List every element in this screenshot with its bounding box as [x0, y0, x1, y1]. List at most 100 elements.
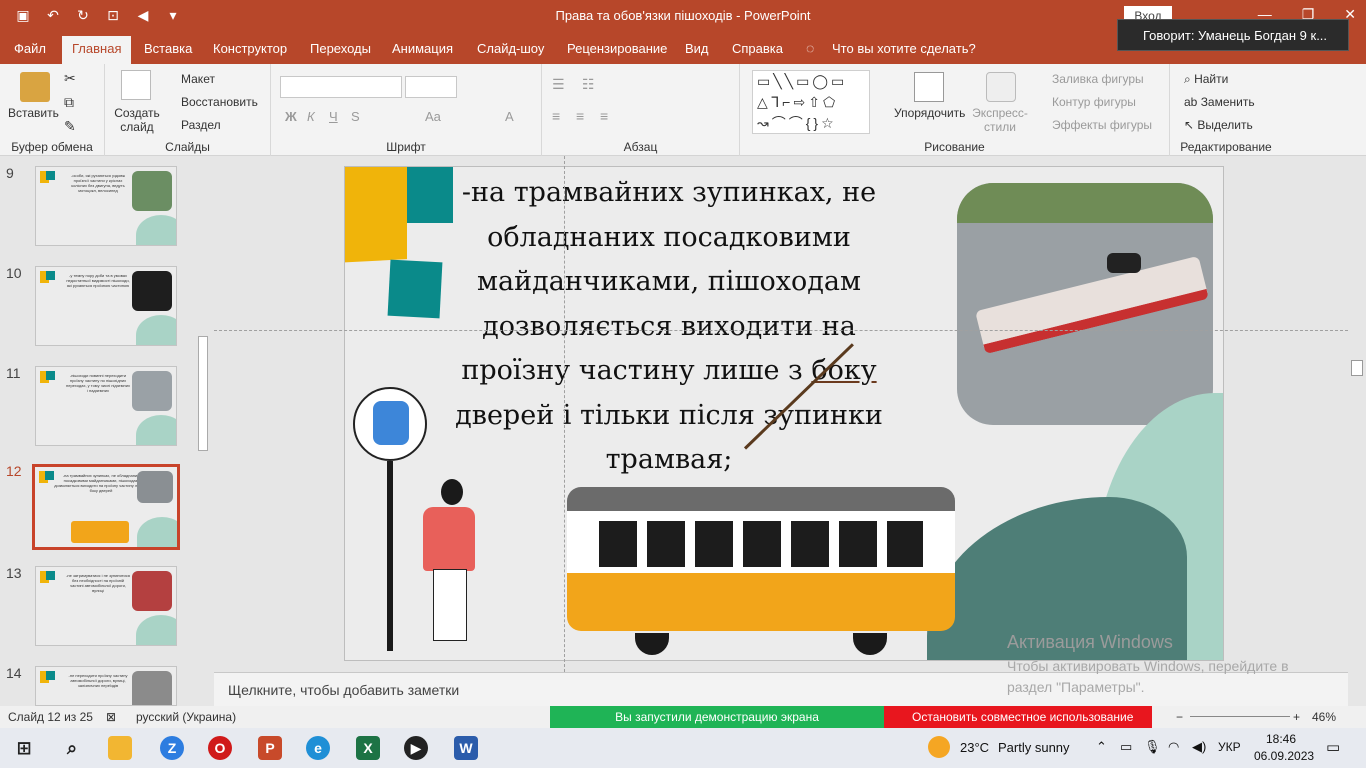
- tab-animations[interactable]: Анимация: [392, 41, 453, 56]
- word-icon[interactable]: W: [454, 736, 478, 760]
- language-indicator[interactable]: русский (Украина): [136, 710, 236, 724]
- photo-tram: [975, 255, 1209, 355]
- new-slide-icon[interactable]: [121, 70, 151, 100]
- edge-icon[interactable]: e: [306, 736, 330, 760]
- spellcheck-icon[interactable]: ⊠: [106, 710, 116, 724]
- cut-icon[interactable]: ✂: [64, 70, 76, 87]
- new-slide-button[interactable]: Создать слайд: [113, 106, 161, 134]
- paragraph-label: Абзац: [623, 140, 658, 154]
- slide-thumbnail-10[interactable]: -у темну пору доби та в умовах недостатн…: [35, 266, 177, 346]
- zoom-app-icon[interactable]: Z: [160, 736, 184, 760]
- guide-horizontal[interactable]: [214, 330, 1348, 331]
- underline-button[interactable]: Ч: [329, 109, 338, 124]
- tab-help[interactable]: Справка: [732, 41, 783, 56]
- zoom-level[interactable]: 46%: [1312, 710, 1336, 724]
- microphone-icon[interactable]: 🎙: [1144, 739, 1161, 755]
- slide-thumbnail-14[interactable]: -не переходити проїзну частину автомобіл…: [35, 666, 177, 706]
- bold-button[interactable]: Ж: [285, 109, 297, 124]
- align-left-icon[interactable]: ≡: [552, 108, 560, 124]
- tab-design[interactable]: Конструктор: [213, 41, 287, 56]
- quick-styles-button[interactable]: Экспресс-стили: [970, 106, 1030, 134]
- slide-thumbnail-11[interactable]: -пішоходи повинні переходити проїзну час…: [35, 366, 177, 446]
- paragraph-group: ☰ ☷ ≡ ≡ ≡ Абзац: [542, 64, 740, 156]
- slide-thumbnail-12[interactable]: -на трамвайних зупинках, не обладнаних п…: [32, 464, 180, 550]
- font-size-select[interactable]: [405, 76, 457, 98]
- thumb-decor: [46, 671, 55, 680]
- media-player-icon[interactable]: ▶: [404, 736, 428, 760]
- slide-text-box[interactable]: -на трамвайних зупинках, не обладнаних п…: [439, 171, 899, 483]
- search-icon[interactable]: ⌕: [60, 736, 84, 760]
- layout-button[interactable]: Макет: [181, 72, 215, 86]
- notifications-icon[interactable]: ▭: [1326, 738, 1340, 756]
- scroll-thumb[interactable]: [1351, 360, 1363, 376]
- weather-icon[interactable]: [928, 736, 950, 758]
- slide-thumbnail-13[interactable]: -не затримуватися і не зупинятися без не…: [35, 566, 177, 646]
- weather-text[interactable]: Partly sunny: [998, 740, 1070, 755]
- thumb-text: -пішоходи повинні переходити проїзну час…: [66, 373, 130, 393]
- font-name-select[interactable]: [280, 76, 402, 98]
- excel-icon[interactable]: X: [356, 736, 380, 760]
- zoom-out-icon[interactable]: −: [1176, 710, 1183, 724]
- tab-review[interactable]: Рецензирование: [567, 41, 667, 56]
- align-right-icon[interactable]: ≡: [600, 108, 608, 124]
- thumb-number: 9: [6, 165, 14, 181]
- slide-scrollbar[interactable]: [1348, 156, 1366, 706]
- volume-tray-icon[interactable]: ◀): [1192, 739, 1206, 755]
- file-explorer-icon[interactable]: [108, 736, 132, 760]
- paste-icon[interactable]: [20, 72, 50, 102]
- guide-vertical[interactable]: [564, 156, 565, 672]
- shape-effects-button[interactable]: Эффекты фигуры: [1052, 118, 1152, 132]
- find-button[interactable]: ⌕ Найти: [1184, 72, 1228, 87]
- quick-styles-icon[interactable]: [986, 72, 1016, 102]
- scroll-thumb[interactable]: [198, 336, 208, 451]
- arrange-icon[interactable]: [914, 72, 944, 102]
- slide-thumbnail-9[interactable]: -особи, які рухаються уздовж проїзної ча…: [35, 166, 177, 246]
- zoom-in-icon[interactable]: +: [1293, 710, 1300, 724]
- tram-wheel: [853, 633, 887, 655]
- shape-outline-button[interactable]: Контур фигуры: [1052, 95, 1136, 109]
- format-painter-icon[interactable]: ✎: [64, 118, 76, 135]
- shapes-gallery[interactable]: ▭╲╲▭◯▭ △ᒣ⌐⇨⇧⬠ ↝⌒⌒{}☆: [752, 70, 870, 134]
- tab-view[interactable]: Вид: [685, 41, 709, 56]
- tab-home[interactable]: Главная: [62, 36, 132, 64]
- find-icon: ⌕: [1184, 72, 1195, 86]
- font-color-button[interactable]: A: [505, 109, 514, 124]
- align-center-icon[interactable]: ≡: [576, 108, 584, 124]
- opera-icon[interactable]: O: [208, 736, 232, 760]
- select-button[interactable]: ↖ Выделить: [1184, 118, 1253, 132]
- powerpoint-icon[interactable]: P: [258, 736, 282, 760]
- zoom-slider[interactable]: [1190, 716, 1290, 717]
- tray-chevron-icon[interactable]: ⌃: [1096, 739, 1107, 755]
- clock-date[interactable]: 06.09.2023: [1254, 749, 1314, 763]
- copy-icon[interactable]: ⧉: [64, 94, 74, 111]
- bullets-icon[interactable]: ☰: [552, 76, 565, 93]
- numbering-icon[interactable]: ☷: [582, 76, 595, 93]
- strike-button[interactable]: S: [351, 109, 360, 124]
- stop-share-label: Остановить совместное использование: [912, 710, 1134, 724]
- shape-fill-button[interactable]: Заливка фигуры: [1052, 72, 1144, 86]
- replace-button[interactable]: ab Заменить: [1184, 95, 1255, 109]
- tab-insert[interactable]: Вставка: [144, 41, 192, 56]
- tab-transitions[interactable]: Переходы: [310, 41, 371, 56]
- thumbnails-scrollbar[interactable]: [196, 156, 210, 706]
- paste-button[interactable]: Вставить: [8, 106, 59, 120]
- section-button[interactable]: Раздел: [181, 118, 221, 132]
- weather-temp[interactable]: 23°C: [960, 740, 989, 755]
- battery-icon[interactable]: ▭: [1120, 739, 1132, 755]
- slide-text-fragment: проїзну частину лише з: [461, 355, 803, 386]
- tram-stop-photo[interactable]: [957, 183, 1213, 425]
- keyboard-language[interactable]: УКР: [1218, 740, 1241, 754]
- current-slide[interactable]: -на трамвайних зупинках, не обладнаних п…: [344, 166, 1224, 661]
- tab-slideshow[interactable]: Слайд-шоу: [477, 41, 544, 56]
- windows-start-icon[interactable]: ⊞: [12, 736, 36, 760]
- reset-button[interactable]: Восстановить: [181, 95, 258, 109]
- thumb-decor: [136, 615, 176, 645]
- italic-button[interactable]: К: [307, 109, 315, 124]
- clock-time[interactable]: 18:46: [1266, 732, 1296, 746]
- tell-me-input[interactable]: Что вы хотите сделать?: [832, 41, 976, 56]
- tab-file[interactable]: Файл: [14, 41, 46, 56]
- wifi-icon[interactable]: ◠: [1168, 739, 1179, 755]
- change-case-button[interactable]: Aa: [425, 109, 441, 124]
- arrange-button[interactable]: Упорядочить: [894, 106, 965, 120]
- stop-sharing-button[interactable]: Остановить совместное использование: [884, 706, 1152, 728]
